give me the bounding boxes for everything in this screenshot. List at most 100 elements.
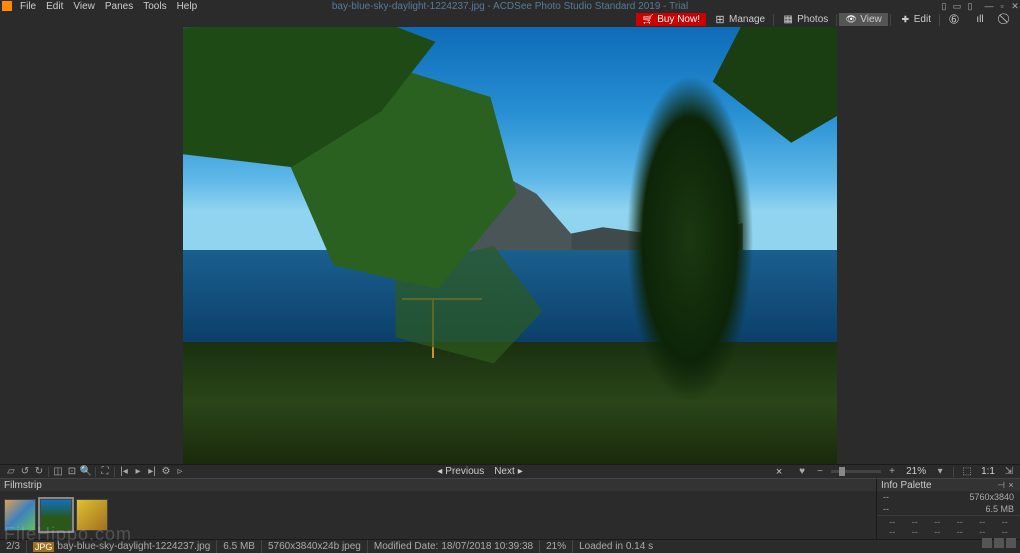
zoom-minus-icon[interactable]: − [813,466,827,478]
close-icon[interactable]: ✕ [1010,1,1020,11]
photos-label: Photos [797,14,828,25]
grid-cell: -- [881,527,904,537]
status-filesize: 6.5 MB [217,540,262,553]
rotate-cw-icon[interactable]: ↻ [32,466,46,478]
info-palette-title: Info Palette [881,480,996,491]
modified-value: 18/07/2018 10:39:38 [441,541,533,552]
filmstrip-title: Filmstrip [4,480,872,491]
edit-icon[interactable] [994,538,1004,548]
bars-icon [974,15,986,25]
separator [953,467,954,477]
grid-cell: -- [994,517,1017,527]
status-zoom: 21% [540,540,573,553]
menu-tools[interactable]: Tools [138,1,171,12]
thumbnail-selected[interactable] [40,499,72,531]
minimize-icon[interactable]: — [984,1,994,11]
maximize-icon[interactable]: ▫ [997,1,1007,11]
pane-icon[interactable]: ▯ [939,1,949,11]
one-to-one-button[interactable]: 1:1 [981,466,995,477]
menu-bar: File Edit View Panes Tools Help bay-blue… [0,0,1020,12]
close-icon[interactable]: × [1006,480,1016,490]
status-position: 2/3 [0,540,27,553]
zoom-plus-icon[interactable]: + [885,466,899,478]
external-edit-icon[interactable]: ▱ [4,466,18,478]
separator [939,14,940,26]
info-palette-footer [877,538,1020,548]
mode-manage-button[interactable]: Manage [708,13,771,26]
grid-cell: -- [904,527,927,537]
image-viewport[interactable] [0,27,1020,464]
menu-edit[interactable]: Edit [41,1,68,12]
menu-file[interactable]: File [15,1,41,12]
buy-label: Buy Now! [657,14,700,25]
zoom-controls: ♥ − + 21% ▾ ⬚ 1:1 ⇲ [795,466,1016,478]
pin-icon[interactable]: ⊣ [996,480,1006,490]
filename-text: bay-blue-sky-daylight-1224237.jpg [57,541,210,552]
edit-label: Edit [914,14,931,25]
next-label: Next [494,466,515,477]
menu-panes[interactable]: Panes [100,1,138,12]
pane-icon[interactable]: ▯ [965,1,975,11]
photos-icon [782,15,794,25]
displayed-photo [183,27,837,464]
mode-360-button[interactable] [942,14,966,26]
grid-cell: -- [971,517,994,527]
chevron-down-icon[interactable]: ▾ [933,466,947,478]
info-palette-header: Info Palette ⊣ × [876,478,1020,491]
format-badge: JPG [33,542,55,552]
previous-button[interactable]: ◂ Previous [437,466,484,477]
menu-help[interactable]: Help [172,1,203,12]
mode-hide-button[interactable] [994,14,1018,26]
magnify-icon[interactable]: 🔍 [79,466,93,478]
separator [836,14,837,26]
zoom-tool-icon[interactable]: ⊡ [65,466,79,478]
gear-icon[interactable]: ⚙ [159,466,173,478]
info-label: -- [883,504,889,514]
mode-view-button[interactable]: View [839,13,888,26]
cart-icon [642,15,654,25]
first-icon[interactable]: |◂ [117,466,131,478]
fit-icon[interactable]: ⬚ [960,466,974,478]
separator [95,467,96,477]
heart-icon[interactable]: ♥ [795,466,809,478]
mode-toolbar: Buy Now! Manage Photos View Edit [0,12,1020,27]
toolbar-close-button[interactable]: × [773,466,785,478]
mode-photos-button[interactable]: Photos [776,13,834,26]
next-button[interactable]: Next ▸ [494,466,523,477]
separator [114,467,115,477]
window-title: bay-blue-sky-daylight-1224237.jpg - ACDS… [332,1,688,12]
nav-controls: ◂ Previous Next ▸ [187,466,773,477]
color-chip-icon[interactable] [982,538,992,548]
edit-icon [899,15,911,25]
mode-dashboard-button[interactable] [968,14,992,26]
play-icon[interactable]: ▸ [131,466,145,478]
lower-panels: FileHippo.com -- 5760x3840 -- 6.5 MB -- … [0,491,1020,539]
eye-icon [845,15,857,25]
last-icon[interactable]: ▸| [145,466,159,478]
menu-view[interactable]: View [68,1,100,12]
slideshow-icon[interactable]: ▹ [173,466,187,478]
thumbnail[interactable] [4,499,36,531]
info-grid: -- -- -- -- -- -- -- -- -- -- -- -- [877,515,1020,538]
mode-edit-button[interactable]: Edit [893,13,937,26]
info-row-dimensions: -- 5760x3840 [877,491,1020,503]
separator [890,14,891,26]
info-value: 6.5 MB [985,504,1014,514]
rotate-ccw-icon[interactable]: ↺ [18,466,32,478]
zoom-slider[interactable] [831,470,881,473]
three-sixty-icon [948,15,960,25]
grid-cell: -- [926,517,949,527]
status-modified: Modified Date: 18/07/2018 10:39:38 [368,540,540,553]
select-tool-icon[interactable]: ◫ [51,466,65,478]
grid-cell: -- [904,517,927,527]
info-palette: -- 5760x3840 -- 6.5 MB -- -- -- -- -- --… [876,491,1020,539]
filmstrip[interactable]: FileHippo.com [0,491,876,539]
pane-icon[interactable]: ▭ [952,1,962,11]
thumbnail[interactable] [76,499,108,531]
status-dimensions: 5760x3840x24b jpeg [262,540,368,553]
buy-now-button[interactable]: Buy Now! [636,13,706,26]
tag-icon[interactable] [1006,538,1016,548]
previous-label: Previous [445,466,484,477]
fullscreen-icon[interactable]: ⛶ [98,466,112,478]
collapse-icon[interactable]: ⇲ [1002,466,1016,478]
